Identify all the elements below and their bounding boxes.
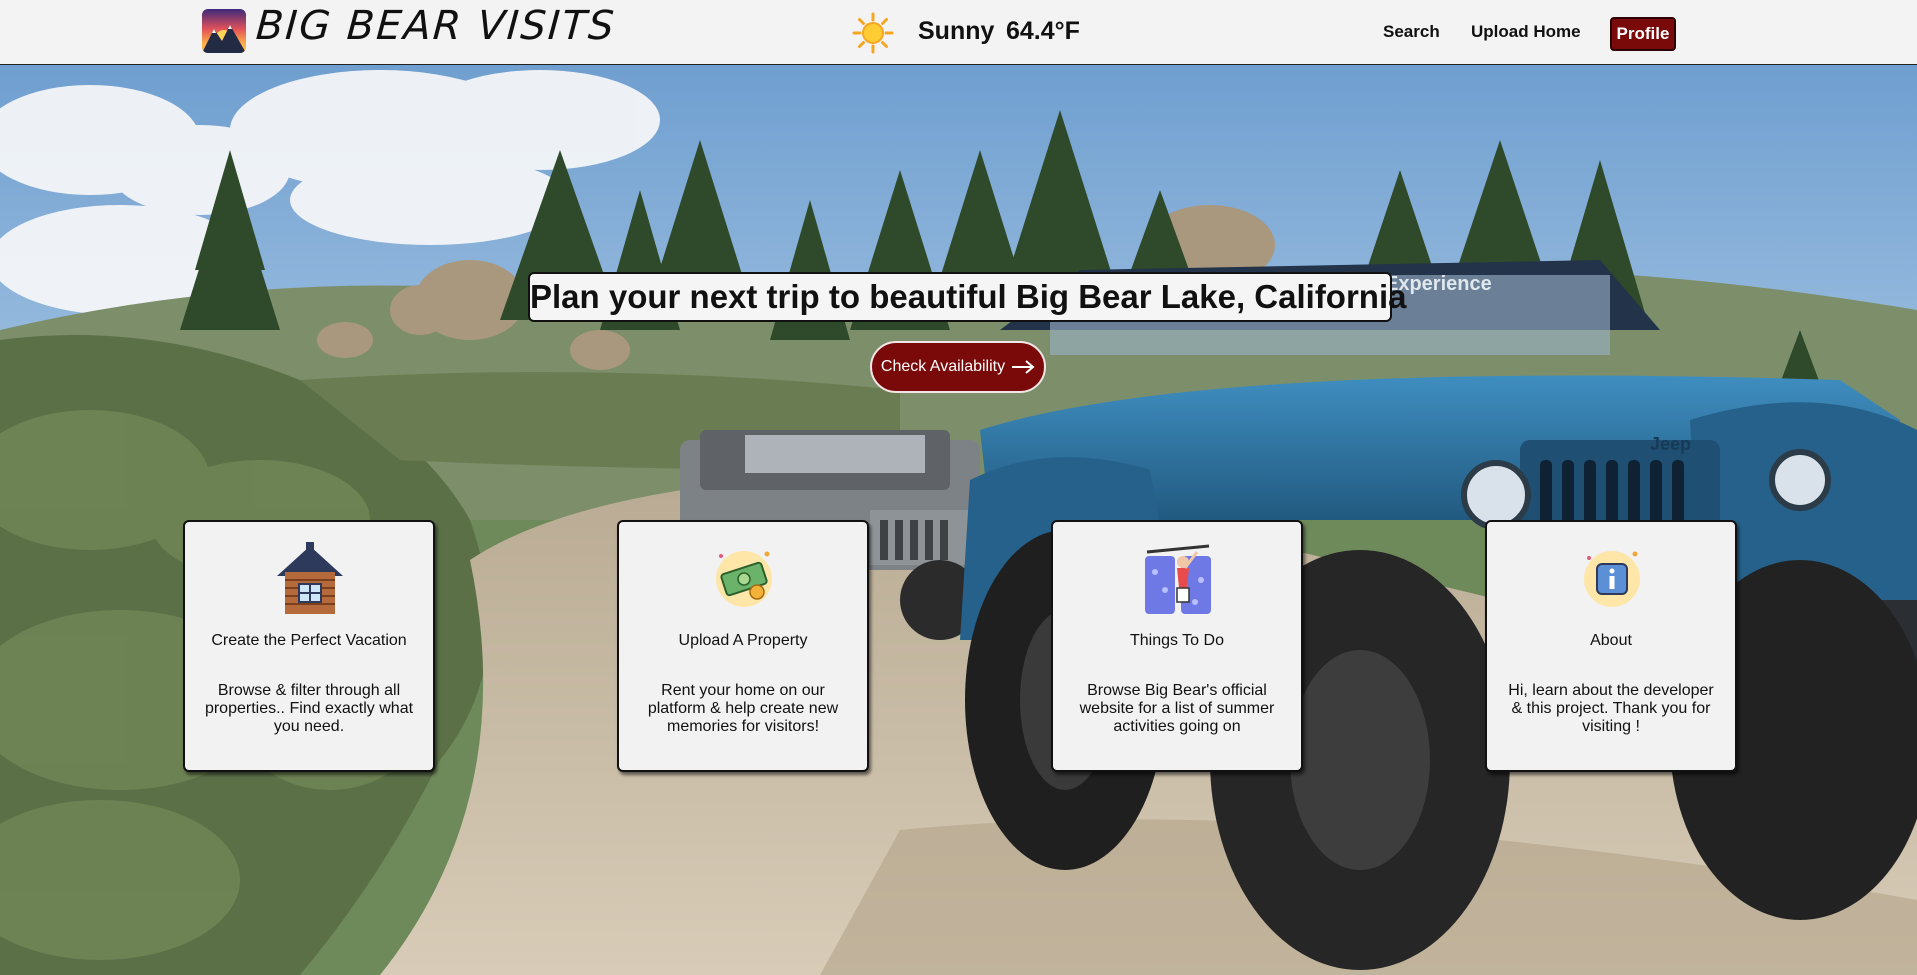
card-description: Browse & filter through all properties..… [204, 682, 414, 735]
card-title: Upload A Property [678, 632, 808, 649]
hero-headline: Plan your next trip to beautiful Big Bea… [528, 272, 1406, 322]
brand-title[interactable]: BIG BEAR VISITS [254, 3, 617, 49]
card-description: Hi, learn about the developer & this pro… [1508, 682, 1714, 735]
info-icon [1577, 542, 1647, 616]
weather-temperature: 64.4°F [1006, 17, 1080, 45]
sun-icon [852, 12, 894, 54]
card-things-to-do[interactable]: Things To Do Browse Big Bear's official … [1051, 520, 1303, 772]
mountain-sunset-logo-icon[interactable] [202, 9, 246, 53]
money-icon [709, 542, 779, 616]
check-availability-button[interactable]: Check Availability [870, 341, 1046, 393]
top-navbar: BIG BEAR VISITS Sunny 64.4°F Search Uplo… [0, 0, 1917, 65]
card-upload-property[interactable]: Upload A Property Rent your home on our … [617, 520, 869, 772]
card-description: Browse Big Bear's official website for a… [1079, 682, 1275, 735]
card-title: Things To Do [1130, 632, 1224, 649]
climber-icon [1143, 542, 1213, 616]
svg-text:Jeep: Jeep [1650, 434, 1691, 454]
profile-button[interactable]: Profile [1610, 17, 1676, 51]
check-availability-label: Check Availability [880, 358, 1006, 375]
card-description: Rent your home on our platform & help cr… [647, 682, 839, 735]
card-title: Create the Perfect Vacation [211, 632, 407, 649]
card-about[interactable]: About Hi, learn about the developer & th… [1485, 520, 1737, 772]
nav-search-link[interactable]: Search [1383, 22, 1440, 42]
weather-condition: Sunny [918, 17, 995, 45]
arrow-right-icon [1012, 360, 1035, 374]
cabin-icon [275, 542, 345, 616]
nav-upload-home-link[interactable]: Upload Home [1471, 22, 1581, 42]
card-title: About [1590, 632, 1632, 649]
card-create-vacation[interactable]: Create the Perfect Vacation Browse & fil… [183, 520, 435, 772]
